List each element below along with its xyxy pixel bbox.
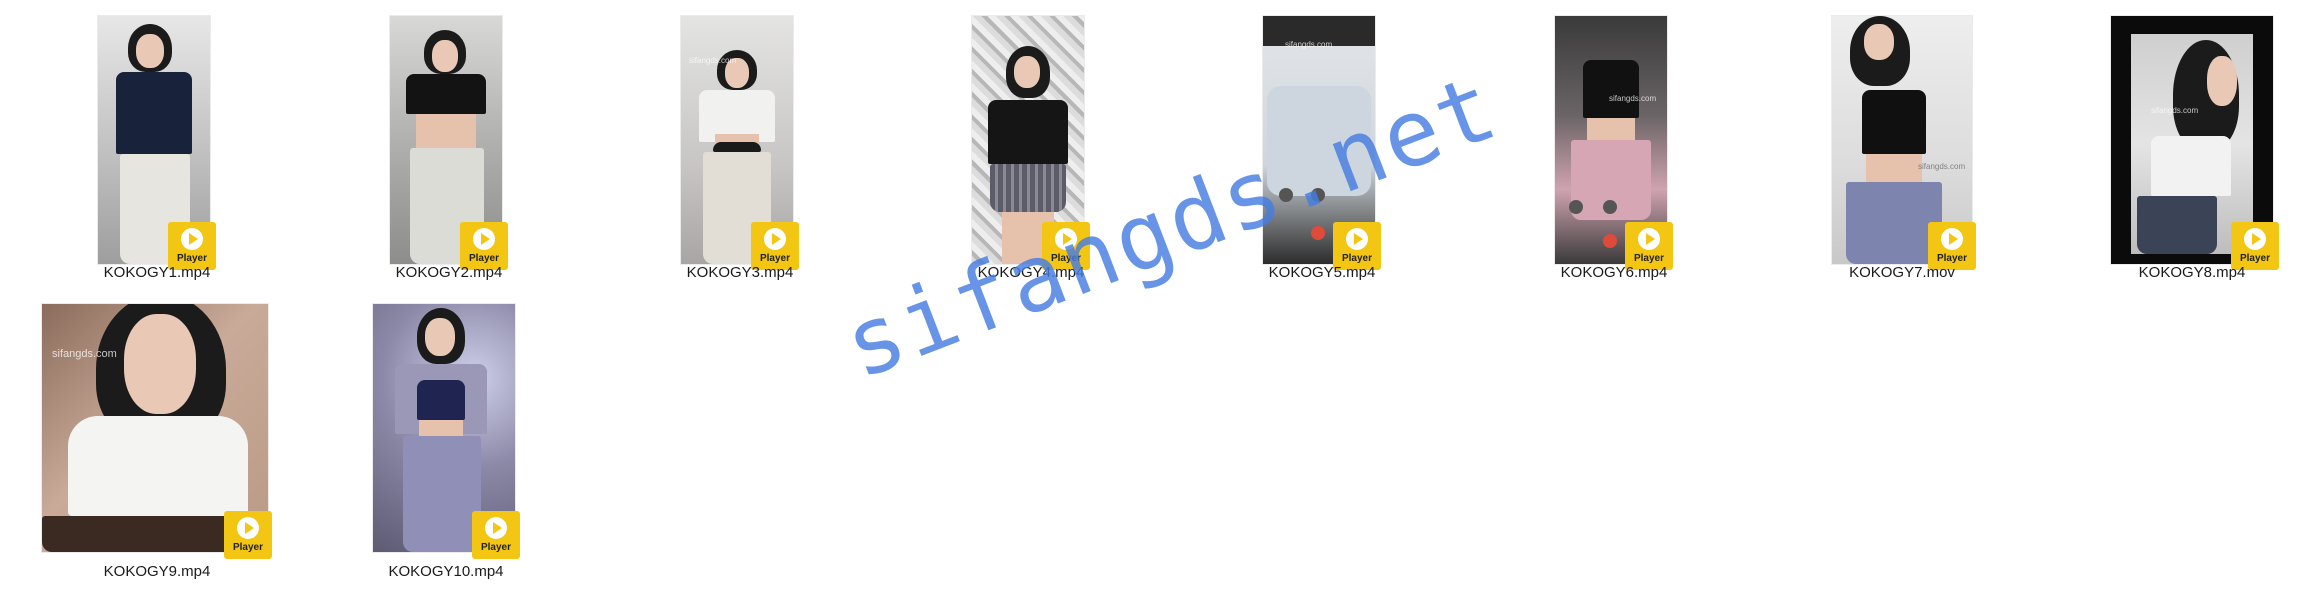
play-icon [181, 228, 203, 250]
play-icon [764, 228, 786, 250]
file-name[interactable]: KOKOGY8.mp4 [2139, 264, 2246, 281]
play-icon [473, 228, 495, 250]
play-icon [2244, 228, 2266, 250]
file-name[interactable]: KOKOGY10.mp4 [388, 563, 503, 580]
play-icon [237, 517, 259, 539]
player-badge: Player [224, 511, 272, 559]
file-name[interactable]: KOKOGY4.mp4 [978, 264, 1085, 281]
player-badge: Player [460, 222, 508, 270]
file-name[interactable]: KOKOGY2.mp4 [396, 264, 503, 281]
player-badge: Player [1042, 222, 1090, 270]
file-name[interactable]: KOKOGY7.mov [1849, 264, 1955, 281]
play-icon [1638, 228, 1660, 250]
player-badge: Player [1928, 222, 1976, 270]
play-icon [1941, 228, 1963, 250]
play-icon [485, 517, 507, 539]
overlay-watermark: sifangds.net [830, 53, 1512, 400]
file-name[interactable]: KOKOGY1.mp4 [104, 264, 211, 281]
player-badge: Player [1625, 222, 1673, 270]
player-badge: Player [168, 222, 216, 270]
player-badge: Player [472, 511, 520, 559]
play-icon [1346, 228, 1368, 250]
file-name[interactable]: KOKOGY9.mp4 [104, 563, 211, 580]
file-name[interactable]: KOKOGY5.mp4 [1269, 264, 1376, 281]
player-badge: Player [1333, 222, 1381, 270]
play-icon [1055, 228, 1077, 250]
player-badge: Player [2231, 222, 2279, 270]
file-name[interactable]: KOKOGY6.mp4 [1561, 264, 1668, 281]
file-name[interactable]: KOKOGY3.mp4 [687, 264, 794, 281]
player-badge: Player [751, 222, 799, 270]
